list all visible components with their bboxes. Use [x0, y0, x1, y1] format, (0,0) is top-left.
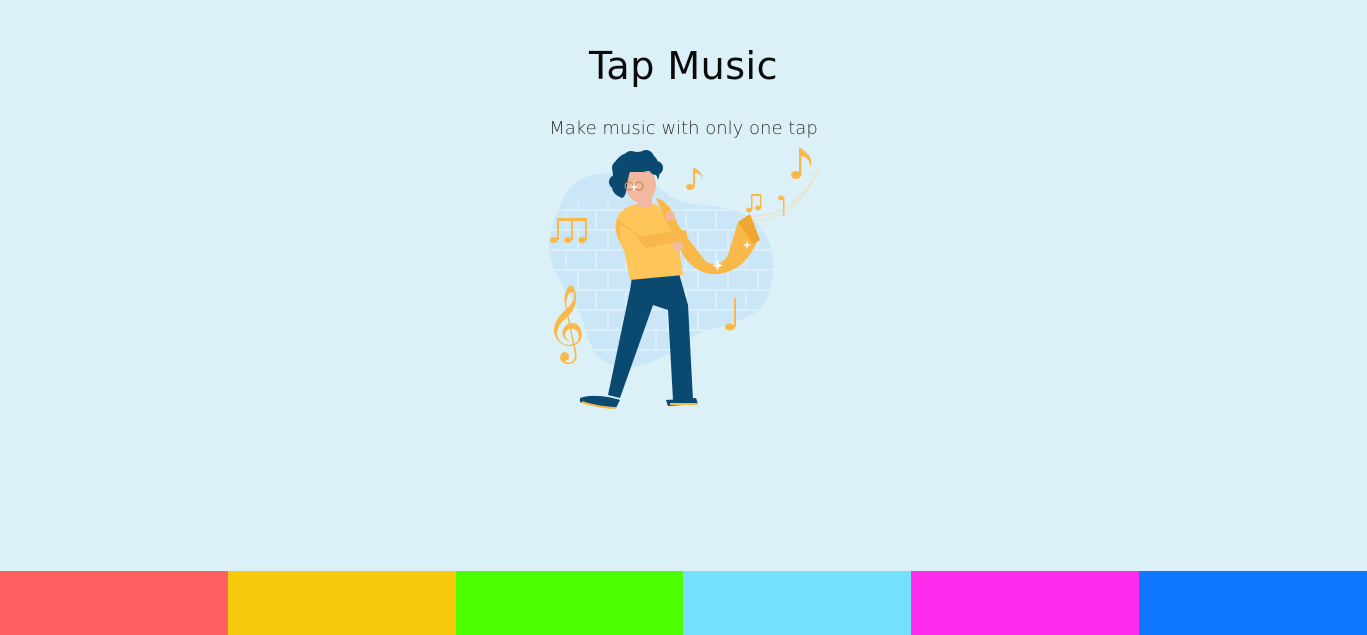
- sound-pad-5[interactable]: [911, 571, 1140, 635]
- saxophone-player-illustration: 𝄞: [546, 148, 821, 409]
- sound-pad-2[interactable]: [227, 571, 456, 635]
- page-title: Tap Music: [588, 44, 779, 88]
- sound-pad-4[interactable]: [683, 571, 912, 635]
- sound-pad-1[interactable]: [0, 571, 228, 635]
- sound-pad-3[interactable]: [455, 571, 684, 635]
- page-subtitle: Make music with only one tap: [549, 118, 818, 139]
- tap-music-app: Tap Music Make music with only one tap 𝄞: [0, 0, 1367, 635]
- eighth-note-icon: [686, 168, 703, 190]
- sound-pad-6[interactable]: [1139, 571, 1367, 635]
- sound-pads: [0, 571, 1367, 635]
- treble-clef-icon: 𝄞: [546, 284, 585, 364]
- eighth-note-large-icon: [791, 148, 812, 179]
